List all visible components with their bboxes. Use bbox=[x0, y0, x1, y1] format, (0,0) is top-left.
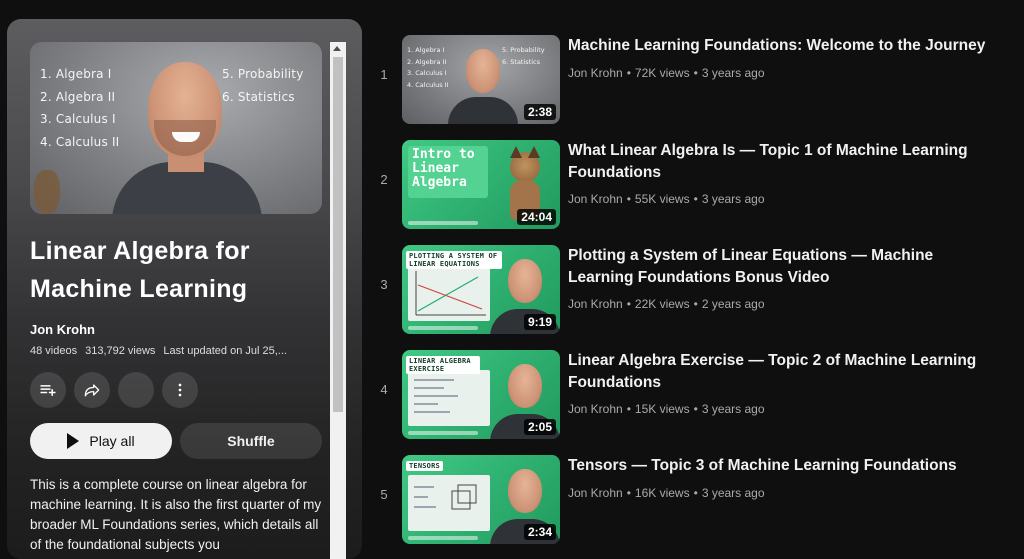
video-duration: 2:38 bbox=[523, 104, 556, 120]
presenter-face bbox=[466, 49, 500, 93]
last-updated: Last updated on Jul 25,... bbox=[163, 345, 287, 357]
video-duration: 2:34 bbox=[523, 524, 556, 540]
playlist-thumbnail[interactable]: 1. Algebra I 2. Algebra II 3. Calculus I… bbox=[30, 42, 322, 214]
playlist-video-item[interactable]: 2 Intro to Linear Algebra 24:04 What Lin… bbox=[370, 140, 1010, 232]
presenter-face bbox=[508, 469, 542, 513]
save-playlist-button[interactable] bbox=[30, 372, 66, 408]
whiteboard-plot bbox=[408, 265, 490, 321]
presenter-face bbox=[508, 259, 542, 303]
playlist-title: Linear Algebra for Machine Learning bbox=[30, 237, 250, 303]
video-index: 1 bbox=[380, 67, 388, 82]
playlist-add-icon bbox=[40, 385, 56, 396]
video-index: 4 bbox=[380, 382, 388, 397]
play-all-button[interactable]: Play all bbox=[30, 423, 172, 459]
video-title[interactable]: Plotting a System of Linear Equations — … bbox=[568, 245, 998, 289]
video-thumbnail[interactable]: TENSORS 2:34 bbox=[402, 455, 560, 544]
video-thumbnail[interactable]: LINEAR ALGEBRA EXERCISE 2:05 bbox=[402, 350, 560, 439]
playlist-video-item[interactable]: 1 1. Algebra I 2. Algebra II 3. Calculus… bbox=[370, 35, 1010, 127]
playlist-actions bbox=[30, 372, 330, 408]
thumbnail-topic-list-left: 1. Algebra I 2. Algebra II 3. Calculus I… bbox=[40, 67, 120, 149]
channel-name[interactable]: Jon Krohn bbox=[568, 402, 623, 416]
video-duration: 2:05 bbox=[523, 419, 556, 435]
video-thumbnail[interactable]: 1. Algebra I 2. Algebra II 3. Calculus I… bbox=[402, 35, 560, 124]
video-count: 48 videos bbox=[30, 345, 78, 357]
scroll-up-arrow-icon[interactable] bbox=[333, 46, 341, 51]
channel-name[interactable]: Jon Krohn bbox=[568, 192, 623, 206]
more-options-button[interactable] bbox=[162, 372, 198, 408]
video-title[interactable]: Linear Algebra Exercise — Topic 2 of Mac… bbox=[568, 350, 998, 394]
playlist-meta: 48 videos 313,792 views Last updated on … bbox=[30, 345, 330, 357]
share-button[interactable] bbox=[74, 372, 110, 408]
video-meta: Jon Krohn • 55K views • 3 years ago bbox=[568, 192, 765, 206]
more-vert-icon bbox=[178, 383, 182, 397]
share-icon bbox=[84, 384, 100, 397]
view-count: 313,792 views bbox=[85, 345, 156, 357]
video-index: 3 bbox=[380, 277, 388, 292]
video-thumbnail[interactable]: Intro to Linear Algebra 24:04 bbox=[402, 140, 560, 229]
video-meta: Jon Krohn • 72K views • 3 years ago bbox=[568, 66, 765, 80]
playlist-header: 1. Algebra I 2. Algebra II 3. Calculus I… bbox=[7, 19, 362, 559]
guitar-image bbox=[34, 170, 60, 214]
shuffle-button[interactable]: Shuffle bbox=[180, 423, 322, 459]
playlist-video-item[interactable]: 4 LINEAR ALGEBRA EXERCISE 2:05 Linear Al… bbox=[370, 350, 1010, 442]
channel-name[interactable]: Jon Krohn bbox=[568, 297, 623, 311]
video-duration: 24:04 bbox=[517, 209, 556, 225]
whiteboard-tensors bbox=[408, 475, 490, 531]
playlist-description: This is a complete course on linear alge… bbox=[30, 477, 322, 552]
thumbnail-topic-list-right: 5. Probability 6. Statistics bbox=[222, 67, 304, 104]
video-meta: Jon Krohn • 15K views • 3 years ago bbox=[568, 402, 765, 416]
video-title[interactable]: What Linear Algebra Is — Topic 1 of Mach… bbox=[568, 140, 998, 184]
video-title[interactable]: Tensors — Topic 3 of Machine Learning Fo… bbox=[568, 455, 998, 477]
video-duration: 9:19 bbox=[523, 314, 556, 330]
video-meta: Jon Krohn • 16K views • 3 years ago bbox=[568, 486, 765, 500]
video-title[interactable]: Machine Learning Foundations: Welcome to… bbox=[568, 35, 998, 57]
scrollbar-thumb[interactable] bbox=[333, 57, 343, 412]
whiteboard-notes bbox=[408, 370, 490, 426]
video-index: 5 bbox=[380, 487, 388, 502]
play-icon bbox=[67, 433, 80, 449]
presenter-face bbox=[508, 364, 542, 408]
video-meta: Jon Krohn • 22K views • 2 years ago bbox=[568, 297, 765, 311]
panel-scrollbar[interactable] bbox=[330, 42, 346, 559]
video-index: 2 bbox=[380, 172, 388, 187]
empty-action-button[interactable] bbox=[118, 372, 154, 408]
channel-name[interactable]: Jon Krohn bbox=[568, 66, 623, 80]
playlist-video-item[interactable]: 3 PLOTTING A SYSTEM OF LINEAR EQUATIONS … bbox=[370, 245, 1010, 337]
channel-name[interactable]: Jon Krohn bbox=[30, 322, 330, 337]
channel-name[interactable]: Jon Krohn bbox=[568, 486, 623, 500]
playlist-video-item[interactable]: 5 TENSORS 2:34 Tensors — Topic 3 of Mach… bbox=[370, 455, 1010, 547]
video-thumbnail[interactable]: PLOTTING A SYSTEM OF LINEAR EQUATIONS 9:… bbox=[402, 245, 560, 334]
